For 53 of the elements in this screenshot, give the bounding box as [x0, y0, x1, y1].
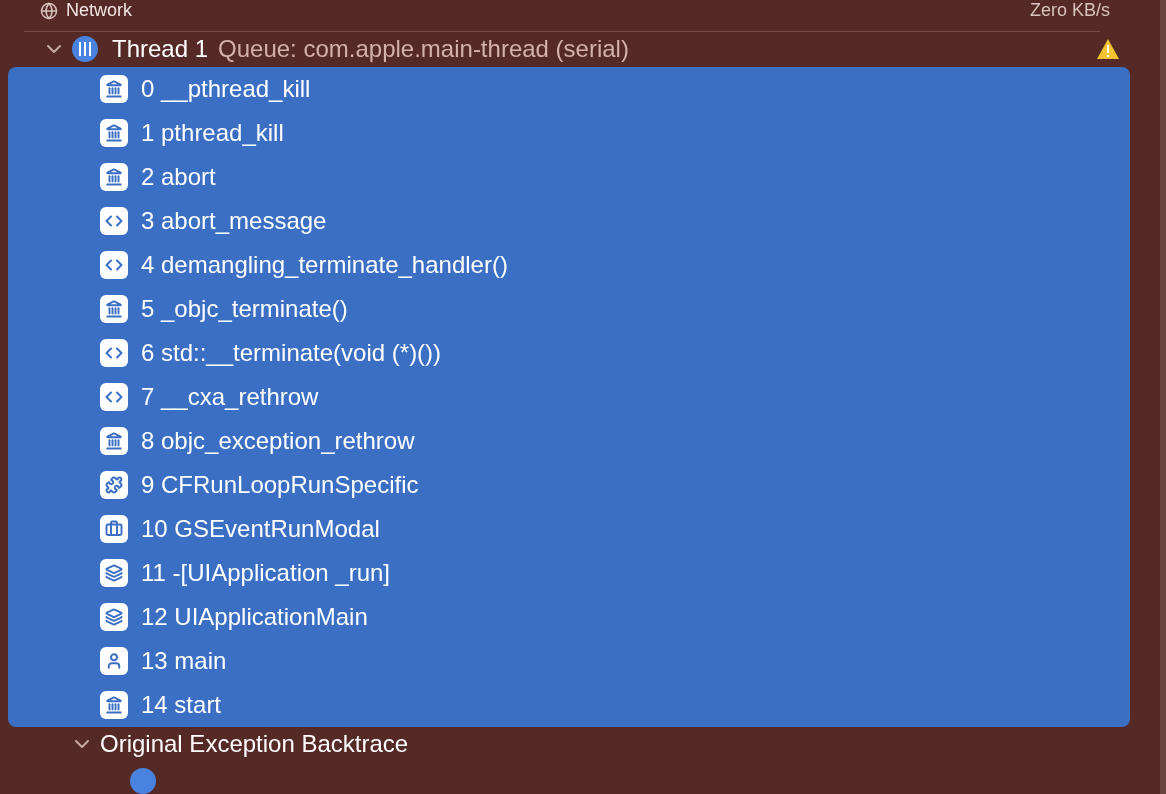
stack-frame-row[interactable]: 13 main — [8, 638, 1130, 683]
stack-frame-row[interactable]: 2 abort — [8, 154, 1130, 199]
thread-name: Thread 1 — [112, 35, 209, 64]
thread-icon — [72, 36, 98, 63]
frame-label: 10 GSEventRunModal — [141, 514, 380, 543]
frame-label: 6 std::__terminate(void (*)()) — [141, 338, 442, 367]
frame-label: 0 __pthread_kill — [141, 74, 311, 103]
frame-label: 12 UIApplicationMain — [141, 602, 368, 631]
code-icon — [100, 206, 128, 235]
bank-icon — [100, 74, 128, 103]
bank-icon — [100, 118, 128, 147]
frame-label: 8 objc_exception_rethrow — [141, 426, 415, 455]
frame-label: 9 CFRunLoopRunSpecific — [141, 470, 419, 499]
person-icon — [100, 646, 128, 675]
section-title: Original Exception Backtrace — [100, 730, 409, 759]
bank-icon — [100, 162, 128, 191]
layers-icon — [100, 602, 128, 631]
code-icon — [100, 338, 128, 367]
frame-label: 7 __cxa_rethrow — [141, 382, 319, 411]
stack-frame-row[interactable]: 8 objc_exception_rethrow — [8, 418, 1130, 463]
bank-icon — [100, 690, 128, 719]
toolbox-icon — [100, 514, 128, 543]
section-title: Network — [66, 0, 133, 21]
stack-frame-row[interactable]: 9 CFRunLoopRunSpecific — [8, 462, 1130, 507]
stack-frame-row[interactable]: 4 demangling_terminate_handler() — [8, 242, 1130, 287]
stack-frame-row[interactable]: 5 _objc_terminate() — [8, 286, 1130, 331]
stack-frame-row[interactable]: 7 __cxa_rethrow — [8, 374, 1130, 419]
stack-frame-row[interactable]: 3 abort_message — [8, 198, 1130, 243]
stack-frame-row[interactable]: 6 std::__terminate(void (*)()) — [8, 330, 1130, 375]
frame-label: 11 -[UIApplication _run] — [141, 558, 391, 587]
stack-frame-row[interactable]: 10 GSEventRunModal — [8, 506, 1130, 551]
queue-label: Queue: com.apple.main-thread (serial) — [218, 35, 630, 64]
frame-label: 13 main — [141, 646, 227, 675]
code-icon — [100, 250, 128, 279]
frame-label: 4 demangling_terminate_handler() — [141, 250, 508, 279]
stack-frame-row[interactable]: 12 UIApplicationMain — [8, 594, 1130, 639]
stack-frame-row[interactable]: 1 pthread_kill — [8, 110, 1130, 155]
bank-icon — [100, 294, 128, 323]
frame-label: 3 abort_message — [141, 206, 327, 235]
frame-label: 2 abort — [141, 162, 216, 191]
layers-icon — [100, 558, 128, 587]
thread-icon — [130, 768, 156, 794]
frame-label: 14 start — [141, 690, 222, 719]
stack-frame-row[interactable]: 11 -[UIApplication _run] — [8, 550, 1130, 595]
network-rate: Zero KB/s — [1029, 0, 1110, 21]
bank-icon — [100, 426, 128, 455]
stack-frame-row[interactable]: 14 start — [8, 682, 1130, 727]
globe-icon — [40, 1, 58, 20]
frame-label: 5 _objc_terminate() — [141, 294, 348, 323]
code-icon — [100, 382, 128, 411]
puzzle-icon — [100, 470, 128, 499]
frame-label: 1 pthread_kill — [141, 118, 284, 147]
stack-frame-row[interactable]: 0 __pthread_kill — [8, 66, 1130, 111]
